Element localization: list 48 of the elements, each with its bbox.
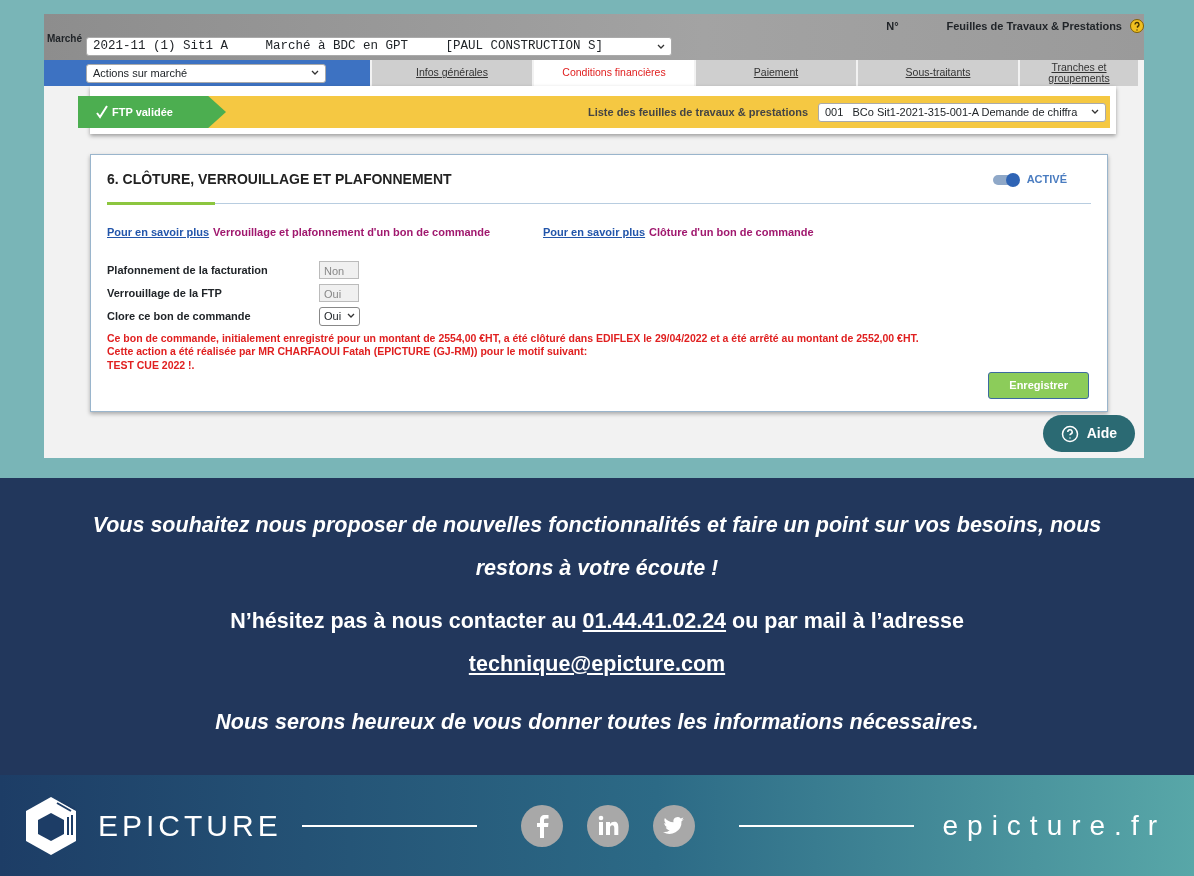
caret-icon xyxy=(311,70,319,76)
toggle-switch[interactable] xyxy=(992,174,1019,185)
brand-name: EPICTURE xyxy=(98,808,282,844)
section-title: 6. CLÔTURE, VERROUILLAGE ET PLAFONNEMENT xyxy=(107,169,452,189)
check-icon xyxy=(96,105,108,119)
market-select[interactable]: 2021-11 (1) Sit1 A Marché à BDC en GPT [PAUL CONSTRUCTION S] xyxy=(86,37,672,56)
readonly-field: Non xyxy=(319,261,359,279)
help-icon[interactable] xyxy=(1130,19,1144,34)
actions-select[interactable]: Actions sur marché xyxy=(86,63,326,83)
caret-icon xyxy=(347,313,356,319)
learn-more-link[interactable]: Pour en savoir plus xyxy=(107,224,210,241)
caret-icon xyxy=(1091,109,1099,115)
badge-text: FTP validée xyxy=(112,104,173,120)
field-label: Verrouillage de la FTP xyxy=(107,285,223,301)
question-icon xyxy=(1060,424,1079,443)
invite-text: Vous souhaitez nous proposer de nouvelles fonctionnalités et faire un point sur vos besoins, nous restons à votre écoute ! xyxy=(91,512,1103,582)
market-label: Marché xyxy=(47,31,82,46)
bird-icon[interactable] xyxy=(652,804,695,847)
message-line: Cette action a été réalisée par MR CHARFAOUI Fatah (EPICTURE (GJ-RM)) pour le motif suivant: xyxy=(107,345,589,359)
tab[interactable]: Sous-traitants xyxy=(858,60,1018,86)
closing-text: Nous serons heureux de vous donner toutes les informations nécessaires. xyxy=(214,709,980,736)
help-button[interactable]: Aide xyxy=(1042,415,1135,452)
link-description: Clôture d'un bon de commande xyxy=(649,225,814,240)
sheet-select[interactable]: 001 BCo Sit1-2021-315-001-A Demande de chiffra xyxy=(818,102,1106,122)
message-line: TEST CUE 2022 !. xyxy=(107,358,196,373)
field-label: Clore ce bon de commande xyxy=(107,308,252,324)
phone-link[interactable]: 01.44.41.02.24 xyxy=(582,609,727,633)
number-label: N° xyxy=(886,19,899,34)
tab[interactable]: Conditions financières xyxy=(534,60,694,86)
contact-text: N’hésitez pas à nous contacter au 01.44.41.02.24 ou par mail à l’adresse technique@epicture.com xyxy=(229,608,965,678)
close-select[interactable]: Oui xyxy=(319,306,361,326)
tab[interactable]: Tranches et groupements xyxy=(1020,60,1138,86)
cube-logo-icon xyxy=(24,794,78,857)
readonly-field: Oui xyxy=(319,284,359,302)
email-link[interactable]: technique@epicture.com xyxy=(468,652,726,676)
link-description: Verrouillage et plafonnement d'un bon de commande xyxy=(213,225,491,240)
facebook-icon[interactable] xyxy=(520,804,563,847)
sheets-label: Feuilles de Travaux & Prestations xyxy=(946,19,1122,34)
field-label: Plafonnement de la facturation xyxy=(107,262,269,278)
linkedin-icon[interactable] xyxy=(586,804,629,847)
learn-more-link[interactable]: Pour en savoir plus xyxy=(543,224,646,241)
message-line: Ce bon de commande, initialement enregistré pour un montant de 2554,00 €HT, a été clôturé dans EDIFLEX le 29/04/2022 et a été arrêté au montant de 2552,00 €HT. xyxy=(107,331,920,346)
list-label: Liste des feuilles de travaux & prestations xyxy=(587,104,808,120)
toggle-label: ACTIVÉ xyxy=(1026,172,1067,188)
tab[interactable]: Infos générales xyxy=(372,60,532,86)
website-text: epicture.fr xyxy=(942,808,1166,843)
tab[interactable]: Paiement xyxy=(696,60,856,86)
caret-icon xyxy=(657,43,665,50)
